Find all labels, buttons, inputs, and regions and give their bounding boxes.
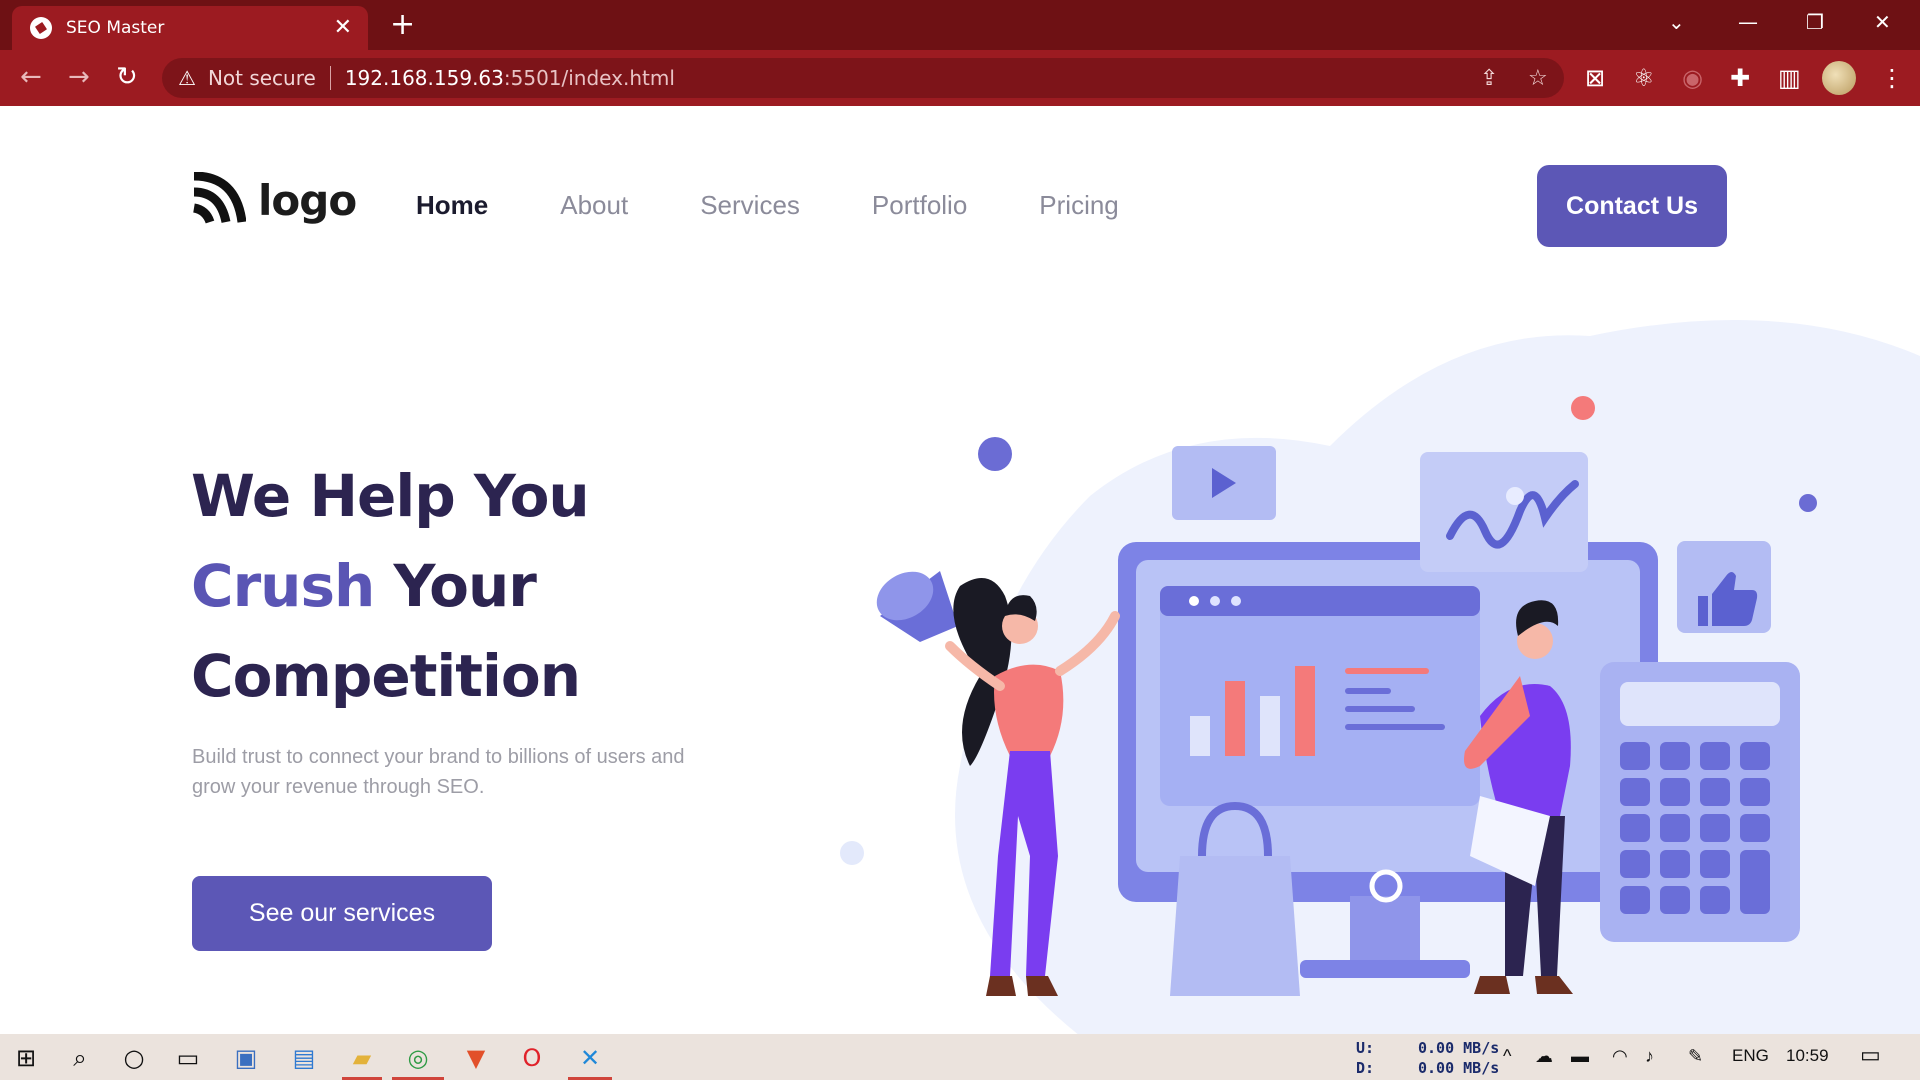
reload-icon[interactable]: ↻ <box>116 64 138 90</box>
restore-icon[interactable]: ❐ <box>1806 10 1824 34</box>
site-logo[interactable]: logo <box>190 172 357 228</box>
bar-chart-bar <box>1260 696 1280 756</box>
hero-subtitle: Build trust to connect your brand to bil… <box>192 746 685 798</box>
globe-icon <box>30 17 52 39</box>
tab-search-chevron-icon[interactable]: ⌄ <box>1668 10 1685 34</box>
windows-start-icon[interactable]: ⊞ <box>12 1044 40 1072</box>
url-host: 192.168.159.63 <box>344 66 504 90</box>
profile-avatar[interactable] <box>1822 61 1856 95</box>
bookmark-star-icon[interactable]: ☆ <box>1528 66 1548 91</box>
tab-title: SEO Master <box>66 18 165 38</box>
bar-chart-bar <box>1295 666 1315 756</box>
monitor-base <box>1300 960 1470 978</box>
hero-line-1: We Help You <box>191 462 590 530</box>
tray-chevron-icon[interactable]: ^ <box>1503 1046 1511 1067</box>
forward-icon[interactable]: → <box>68 64 90 90</box>
nav-pricing[interactable]: Pricing <box>1039 190 1118 221</box>
extensions-puzzle-icon[interactable]: ✚ <box>1730 64 1750 92</box>
minimize-icon[interactable]: — <box>1738 10 1758 34</box>
screen-window <box>1160 586 1480 806</box>
screen-window-bar <box>1160 586 1480 616</box>
language-indicator[interactable]: ENG <box>1732 1046 1769 1066</box>
dot-decoration <box>1571 396 1595 420</box>
task-view-icon[interactable]: ▭ <box>174 1044 202 1072</box>
windows-taskbar: ⊞ ⌕ ○ ▭ ▣ ▤ ▰ ◎ ▼ O ✕ U: D: 0.00 MB/s 0.… <box>0 1034 1920 1080</box>
monitor-stand <box>1350 896 1420 966</box>
hero-illustration <box>840 320 1920 1034</box>
nav-portfolio[interactable]: Portfolio <box>872 190 967 221</box>
browser-toolbar: ← → ↻ ⚠ Not secure 192.168.159.63 :5501/… <box>0 50 1920 106</box>
hero-heading: We Help You Crush Your Competition <box>191 451 590 721</box>
not-secure-label: Not secure <box>207 66 316 90</box>
tab-close-icon[interactable]: ✕ <box>334 15 352 40</box>
upload-rate: 0.00 MB/s <box>1418 1039 1500 1057</box>
hero-accent-word: Crush <box>191 552 375 620</box>
vscode-icon[interactable]: ✕ <box>576 1044 604 1072</box>
extension-record-icon[interactable]: ◉ <box>1682 64 1703 92</box>
clock[interactable]: 10:59 <box>1786 1046 1829 1066</box>
opera-icon[interactable]: O <box>518 1044 546 1072</box>
file-explorer-icon[interactable]: ▰ <box>348 1044 376 1072</box>
back-icon[interactable]: ← <box>20 64 42 90</box>
dot-decoration <box>1799 494 1817 512</box>
nav-home[interactable]: Home <box>416 190 488 221</box>
onedrive-icon[interactable]: ☁ <box>1535 1046 1553 1067</box>
main-nav: Home About Services Portfolio Pricing <box>416 190 1191 221</box>
address-bar[interactable]: ⚠ Not secure 192.168.159.63 :5501/index.… <box>162 58 1564 98</box>
pen-icon[interactable]: ✎ <box>1688 1046 1703 1067</box>
volume-icon[interactable]: ♪ <box>1645 1046 1654 1067</box>
nav-services[interactable]: Services <box>700 190 800 221</box>
warning-icon: ⚠ <box>178 66 196 90</box>
net-labels: U: D: <box>1356 1038 1374 1078</box>
battery-icon[interactable]: ▬ <box>1571 1046 1589 1067</box>
share-icon[interactable]: ⇪ <box>1480 66 1498 91</box>
hero-line-2: Your <box>374 552 536 620</box>
dot-decoration <box>840 841 864 865</box>
see-services-button[interactable]: See our services <box>192 876 492 951</box>
url-path: :5501/index.html <box>503 66 675 90</box>
menu-kebab-icon[interactable]: ⋮ <box>1880 64 1904 92</box>
web-page: logo Home About Services Portfolio Prici… <box>0 106 1920 1034</box>
app-icon-computer[interactable]: ▤ <box>290 1044 318 1072</box>
address-divider <box>329 66 331 90</box>
download-rate: 0.00 MB/s <box>1418 1059 1500 1077</box>
notification-icon[interactable]: ▭ <box>1860 1042 1881 1068</box>
net-rates: 0.00 MB/s 0.00 MB/s <box>1418 1038 1499 1078</box>
logo-icon <box>193 172 246 224</box>
contact-us-button[interactable]: Contact Us <box>1537 165 1727 247</box>
download-label: D: <box>1356 1059 1375 1077</box>
brave-icon[interactable]: ▼ <box>462 1044 490 1072</box>
browser-title-bar: SEO Master ✕ + ⌄ — ❐ ✕ <box>0 0 1920 50</box>
bar-chart-bar <box>1225 681 1245 756</box>
cortana-icon[interactable]: ○ <box>120 1044 148 1072</box>
shopping-bag <box>1170 856 1300 996</box>
side-panel-icon[interactable]: ▥ <box>1778 64 1801 92</box>
bar-chart-bar <box>1190 716 1210 756</box>
dot-decoration <box>978 437 1012 471</box>
extension-screenshot-icon[interactable]: ⊠ <box>1585 64 1605 92</box>
search-icon[interactable]: ⌕ <box>66 1044 94 1072</box>
app-icon-network[interactable]: ▣ <box>232 1044 260 1072</box>
logo-text: logo <box>258 175 357 225</box>
new-tab-button[interactable]: + <box>390 8 415 42</box>
wifi-icon[interactable]: ◠ <box>1612 1046 1628 1067</box>
extension-react-icon[interactable]: ⚛ <box>1633 64 1655 92</box>
nav-about[interactable]: About <box>560 190 628 221</box>
close-window-icon[interactable]: ✕ <box>1874 10 1891 34</box>
hero-line-3: Competition <box>191 642 581 710</box>
chrome-icon[interactable]: ◎ <box>404 1044 432 1072</box>
upload-label: U: <box>1356 1039 1375 1057</box>
browser-tab[interactable]: SEO Master ✕ <box>12 6 368 50</box>
analytics-card <box>1420 452 1588 572</box>
